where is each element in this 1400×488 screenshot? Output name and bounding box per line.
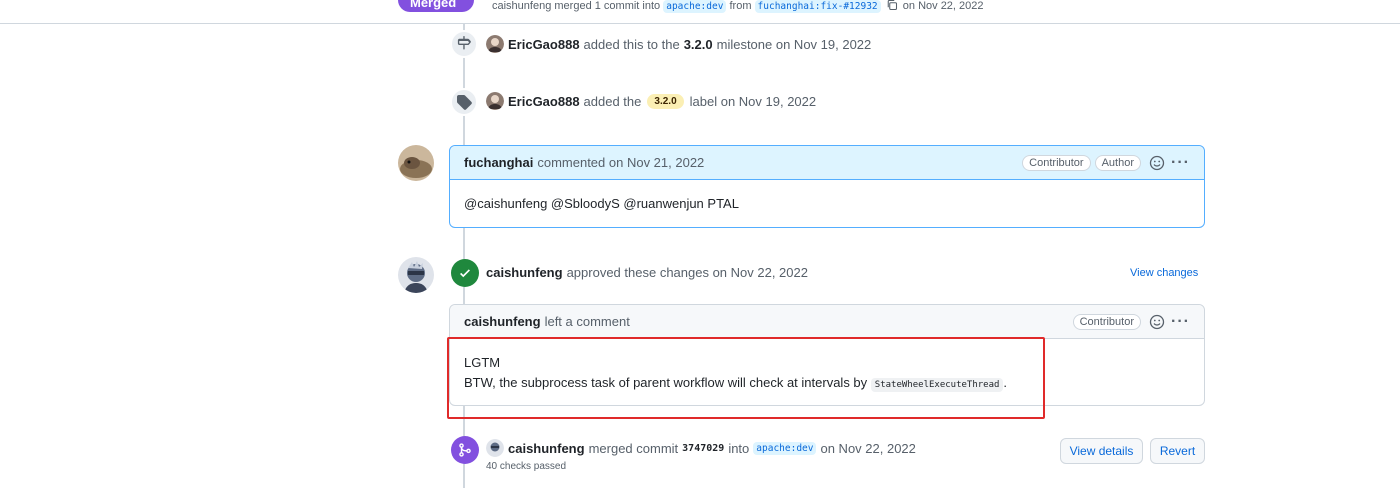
highlight-annotation-box (447, 337, 1045, 419)
comment-body: @caishunfeng @SbloodyS @ruanwenjun PTAL (464, 196, 739, 211)
milestone-badge (450, 30, 478, 58)
tag-icon (457, 95, 472, 110)
comment-author[interactable]: fuchanghai (464, 155, 533, 170)
kebab-menu-icon[interactable]: ··· (1171, 154, 1190, 170)
commit-sha[interactable]: 3747029 (682, 443, 724, 454)
merge-date: on Nov 22, 2022 (902, 0, 984, 12)
smiley-icon[interactable] (1149, 155, 1165, 171)
target-branch[interactable]: apache:dev (753, 441, 817, 455)
view-details-button[interactable]: View details (1060, 438, 1143, 464)
comment-card-author: fuchanghai commented on Nov 21, 2022 Con… (449, 145, 1205, 228)
milestone-icon (457, 36, 471, 50)
merge-event: caishunfeng merged commit 3747029 into a… (486, 439, 916, 457)
event-text-after: milestone on Nov 19, 2022 (716, 36, 872, 52)
smiley-icon[interactable] (1149, 314, 1165, 330)
comment-header: fuchanghai commented on Nov 21, 2022 Con… (450, 146, 1204, 180)
event-actor[interactable]: EricGao888 (508, 37, 580, 52)
merged-state-label: Merged (410, 0, 457, 10)
merge-summary: caishunfeng merged 1 commit into apache:… (492, 0, 984, 13)
label-badge (450, 88, 478, 116)
contributor-tag: Contributor (1022, 154, 1091, 171)
checks-status[interactable]: 40 checks passed (486, 461, 566, 472)
merge-author-link[interactable]: caishunfeng (492, 0, 551, 12)
milestone-link[interactable]: 3.2.0 (684, 37, 713, 52)
event-text: added the (583, 93, 642, 109)
git-merge-icon (459, 443, 471, 457)
avatar[interactable] (398, 145, 434, 181)
approved-badge (451, 259, 479, 287)
comment-meta: left a comment (544, 314, 630, 329)
merge-date: on Nov 22, 2022 (820, 440, 916, 456)
label-chip[interactable]: 3.2.0 (647, 93, 684, 109)
merge-text: merged commit (588, 440, 679, 456)
comment-author[interactable]: caishunfeng (464, 314, 541, 329)
timeline-event-label: EricGao888 added the 3.2.0 label on Nov … (486, 92, 816, 110)
avatar[interactable] (398, 257, 434, 293)
check-icon (460, 269, 470, 278)
avatar[interactable] (486, 35, 504, 53)
contributor-tag: Contributor (1072, 313, 1142, 330)
event-text-after: label on Nov 19, 2022 (689, 93, 817, 109)
comment-meta[interactable]: commented on Nov 21, 2022 (537, 155, 704, 170)
event-actor[interactable]: EricGao888 (508, 94, 580, 109)
comment-header: caishunfeng left a comment Contributor ·… (450, 305, 1204, 339)
merged-badge (451, 436, 479, 464)
from-text: from (729, 0, 752, 12)
review-meta: approved these changes on Nov 22, 2022 (566, 265, 808, 280)
revert-button[interactable]: Revert (1150, 438, 1205, 464)
merged-state-badge: Merged (398, 0, 474, 12)
kebab-menu-icon[interactable]: ··· (1171, 313, 1190, 329)
view-changes-button[interactable]: View changes (1130, 267, 1198, 279)
merge-actor[interactable]: caishunfeng (508, 441, 585, 456)
base-branch[interactable]: apache:dev (663, 0, 727, 13)
avatar[interactable] (486, 92, 504, 110)
merge-summary-text: merged 1 commit into (554, 0, 661, 12)
avatar[interactable] (486, 439, 504, 457)
timeline-event-milestone: EricGao888 added this to the 3.2.0 miles… (486, 35, 871, 53)
author-tag: Author (1094, 154, 1142, 171)
into-text: into (728, 440, 750, 456)
review-event: caishunfeng approved these changes on No… (486, 265, 808, 280)
review-author[interactable]: caishunfeng (486, 265, 563, 280)
pr-header-bar: Merged caishunfeng merged 1 commit into … (0, 0, 1400, 24)
copy-icon[interactable] (886, 0, 898, 11)
head-branch[interactable]: fuchanghai:fix-#12932 (754, 0, 881, 13)
event-text: added this to the (583, 36, 680, 52)
